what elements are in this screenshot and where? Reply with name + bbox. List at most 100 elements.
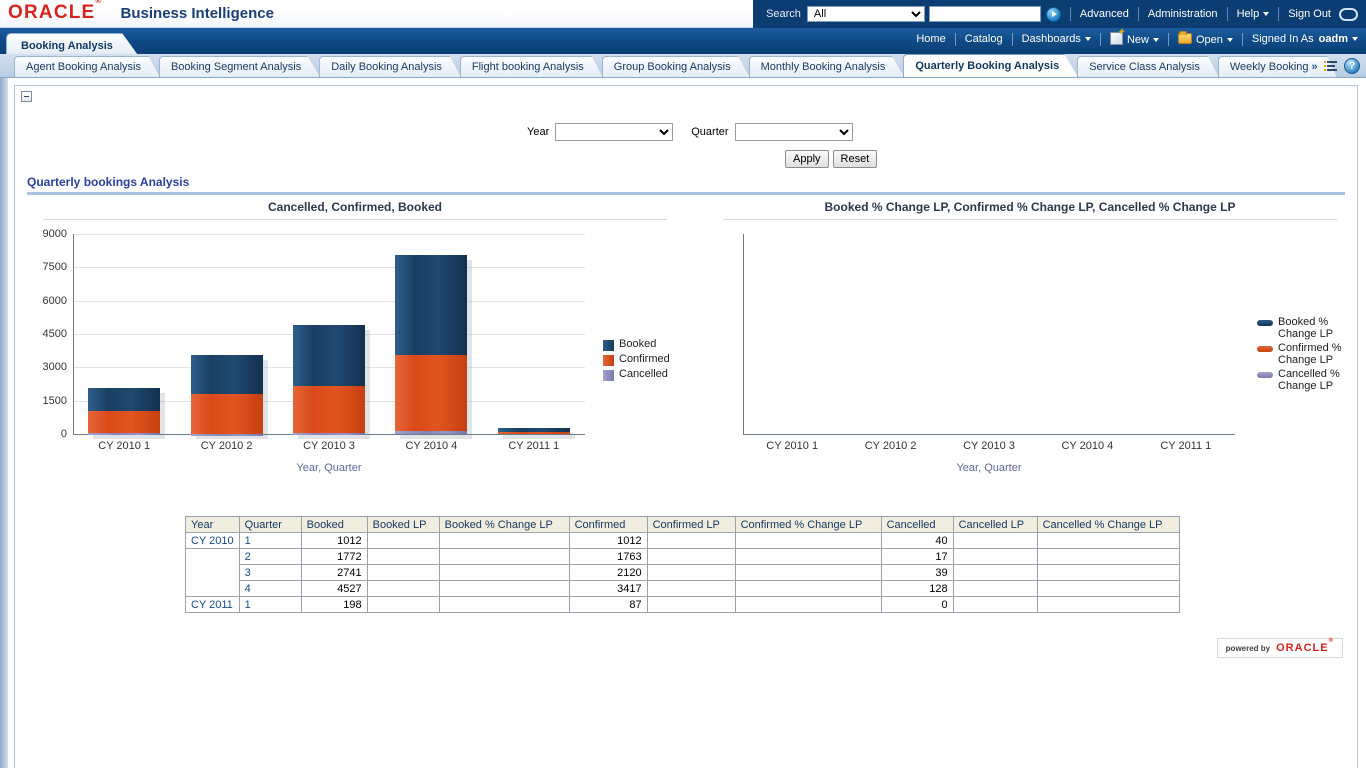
search-go-icon[interactable] [1046, 7, 1061, 22]
reset-button[interactable]: Reset [833, 150, 878, 168]
user-bubble-icon[interactable] [1339, 8, 1358, 21]
oracle-wordmark-text: ORACLE [1276, 642, 1328, 654]
bar-segment-confirmed[interactable] [498, 432, 570, 434]
nav-new[interactable]: New [1110, 32, 1159, 46]
page-options-icon[interactable] [1324, 59, 1340, 74]
chart-legend: Booked Confirmed Cancelled [603, 338, 670, 383]
tab-weekly-booking[interactable]: Weekly Booking» [1218, 56, 1337, 77]
table-column-header[interactable]: Quarter [239, 517, 301, 533]
tab-group-booking-analysis[interactable]: Group Booking Analysis [602, 56, 750, 77]
legend-item[interactable]: Booked % Change LP [1257, 316, 1349, 340]
bar-segment-confirmed[interactable] [191, 394, 263, 433]
table-cell-cancelled: 0 [881, 597, 953, 613]
table-cell-cancelled-lp [953, 597, 1037, 613]
table-row[interactable]: 32741212039 [186, 565, 1180, 581]
help-menu[interactable]: Help [1237, 8, 1270, 20]
nav-catalog[interactable]: Catalog [965, 33, 1003, 45]
oracle-logo-text: ORACLE [8, 2, 95, 23]
chart-legend: Booked % Change LPConfirmed % Change LPC… [1257, 316, 1349, 394]
bar-segment-booked[interactable] [293, 325, 365, 386]
tab-service-class-analysis[interactable]: Service Class Analysis [1077, 56, 1219, 77]
table-cell-year[interactable]: CY 2011 [186, 597, 240, 613]
gridline [73, 267, 585, 268]
new-page-icon [1110, 32, 1123, 45]
table-column-header[interactable]: Cancelled [881, 517, 953, 533]
legend-line-icon [1257, 346, 1273, 352]
tab-daily-booking-analysis[interactable]: Daily Booking Analysis [319, 56, 461, 77]
x-axis-title: Year, Quarter [73, 462, 585, 474]
table-cell-cancelled: 17 [881, 549, 953, 565]
tab-label: Weekly Booking [1230, 61, 1309, 73]
table-cell-confirmed-lp [647, 533, 735, 549]
search-input[interactable] [929, 6, 1041, 22]
bar-segment-confirmed[interactable] [395, 355, 467, 431]
dashboard-tab-booking-analysis[interactable]: Booking Analysis [6, 33, 138, 55]
table-column-header[interactable]: Confirmed [569, 517, 647, 533]
bar-segment-booked[interactable] [191, 355, 263, 394]
bar-segment-booked[interactable] [88, 388, 160, 410]
bar-segment-cancelled[interactable] [293, 433, 365, 435]
table-row[interactable]: 445273417128 [186, 581, 1180, 597]
sign-out-link[interactable]: Sign Out [1288, 8, 1331, 20]
tab-quarterly-booking-analysis[interactable]: Quarterly Booking Analysis [903, 54, 1078, 77]
help-label: Help [1237, 8, 1260, 20]
legend-item[interactable]: Booked [603, 338, 670, 351]
legend-item[interactable]: Cancelled [603, 368, 670, 381]
legend-item[interactable]: Confirmed % Change LP [1257, 342, 1349, 366]
table-cell-year[interactable] [186, 581, 240, 597]
dashboard-content-frame: Year Quarter Apply Reset Quarterly booki… [14, 85, 1358, 768]
table-column-header[interactable]: Cancelled % Change LP [1037, 517, 1179, 533]
table-row[interactable]: CY 201011012101240 [186, 533, 1180, 549]
table-column-header[interactable]: Year [186, 517, 240, 533]
advanced-link[interactable]: Advanced [1080, 8, 1129, 20]
apply-button[interactable]: Apply [785, 150, 829, 168]
collapse-minus-icon[interactable] [21, 91, 32, 102]
table-cell-quarter[interactable]: 4 [239, 581, 301, 597]
table-column-header[interactable]: Confirmed % Change LP [735, 517, 881, 533]
table-column-header[interactable]: Confirmed LP [647, 517, 735, 533]
table-body: CY 2010110121012402177217631732741212039… [186, 533, 1180, 613]
y-axis-line [73, 234, 74, 434]
quarter-prompt-select[interactable] [735, 123, 853, 141]
table-row[interactable]: 21772176317 [186, 549, 1180, 565]
bar-segment-cancelled[interactable] [395, 431, 467, 434]
table-cell-quarter[interactable]: 1 [239, 597, 301, 613]
administration-link[interactable]: Administration [1148, 8, 1218, 20]
bar-segment-cancelled[interactable] [191, 434, 263, 436]
table-cell-quarter[interactable]: 3 [239, 565, 301, 581]
nav-home[interactable]: Home [916, 33, 945, 45]
nav-open[interactable]: Open [1178, 33, 1233, 46]
open-folder-icon [1178, 33, 1192, 44]
tab-agent-booking-analysis[interactable]: Agent Booking Analysis [14, 56, 160, 77]
bar-segment-cancelled[interactable] [88, 433, 160, 435]
table-column-header[interactable]: Booked [301, 517, 367, 533]
bar-segment-booked[interactable] [395, 255, 467, 356]
current-user-menu[interactable]: oadm [1319, 33, 1358, 45]
table-column-header[interactable]: Cancelled LP [953, 517, 1037, 533]
table-cell-booked-pct [439, 565, 569, 581]
table-cell-year[interactable] [186, 565, 240, 581]
table-cell-cancelled-lp [953, 533, 1037, 549]
table-column-header[interactable]: Booked % Change LP [439, 517, 569, 533]
tab-flight-booking-analysis[interactable]: Flight booking Analysis [460, 56, 603, 77]
help-icon[interactable]: ? [1344, 58, 1360, 74]
table-cell-quarter[interactable]: 1 [239, 533, 301, 549]
nav-dashboards[interactable]: Dashboards [1022, 33, 1091, 45]
bar-segment-confirmed[interactable] [88, 411, 160, 433]
legend-item[interactable]: Confirmed [603, 353, 670, 366]
search-scope-select[interactable]: All [807, 6, 925, 22]
table-row[interactable]: CY 20111198870 [186, 597, 1180, 613]
bar-segment-booked[interactable] [498, 428, 570, 432]
bar-segment-confirmed[interactable] [293, 386, 365, 433]
tab-booking-segment-analysis[interactable]: Booking Segment Analysis [159, 56, 320, 77]
tab-monthly-booking-analysis[interactable]: Monthly Booking Analysis [749, 56, 905, 77]
table-cell-year[interactable] [186, 549, 240, 565]
table-cell-quarter[interactable]: 2 [239, 549, 301, 565]
data-table-container: YearQuarterBookedBooked LPBooked % Chang… [185, 516, 1180, 613]
legend-item[interactable]: Cancelled % Change LP [1257, 368, 1349, 392]
table-column-header[interactable]: Booked LP [367, 517, 439, 533]
year-prompt-select[interactable] [555, 123, 673, 141]
x-axis-tick-label: CY 2010 2 [201, 440, 253, 452]
table-cell-year[interactable]: CY 2010 [186, 533, 240, 549]
tab-overflow-chevron-icon[interactable]: » [1312, 61, 1318, 73]
